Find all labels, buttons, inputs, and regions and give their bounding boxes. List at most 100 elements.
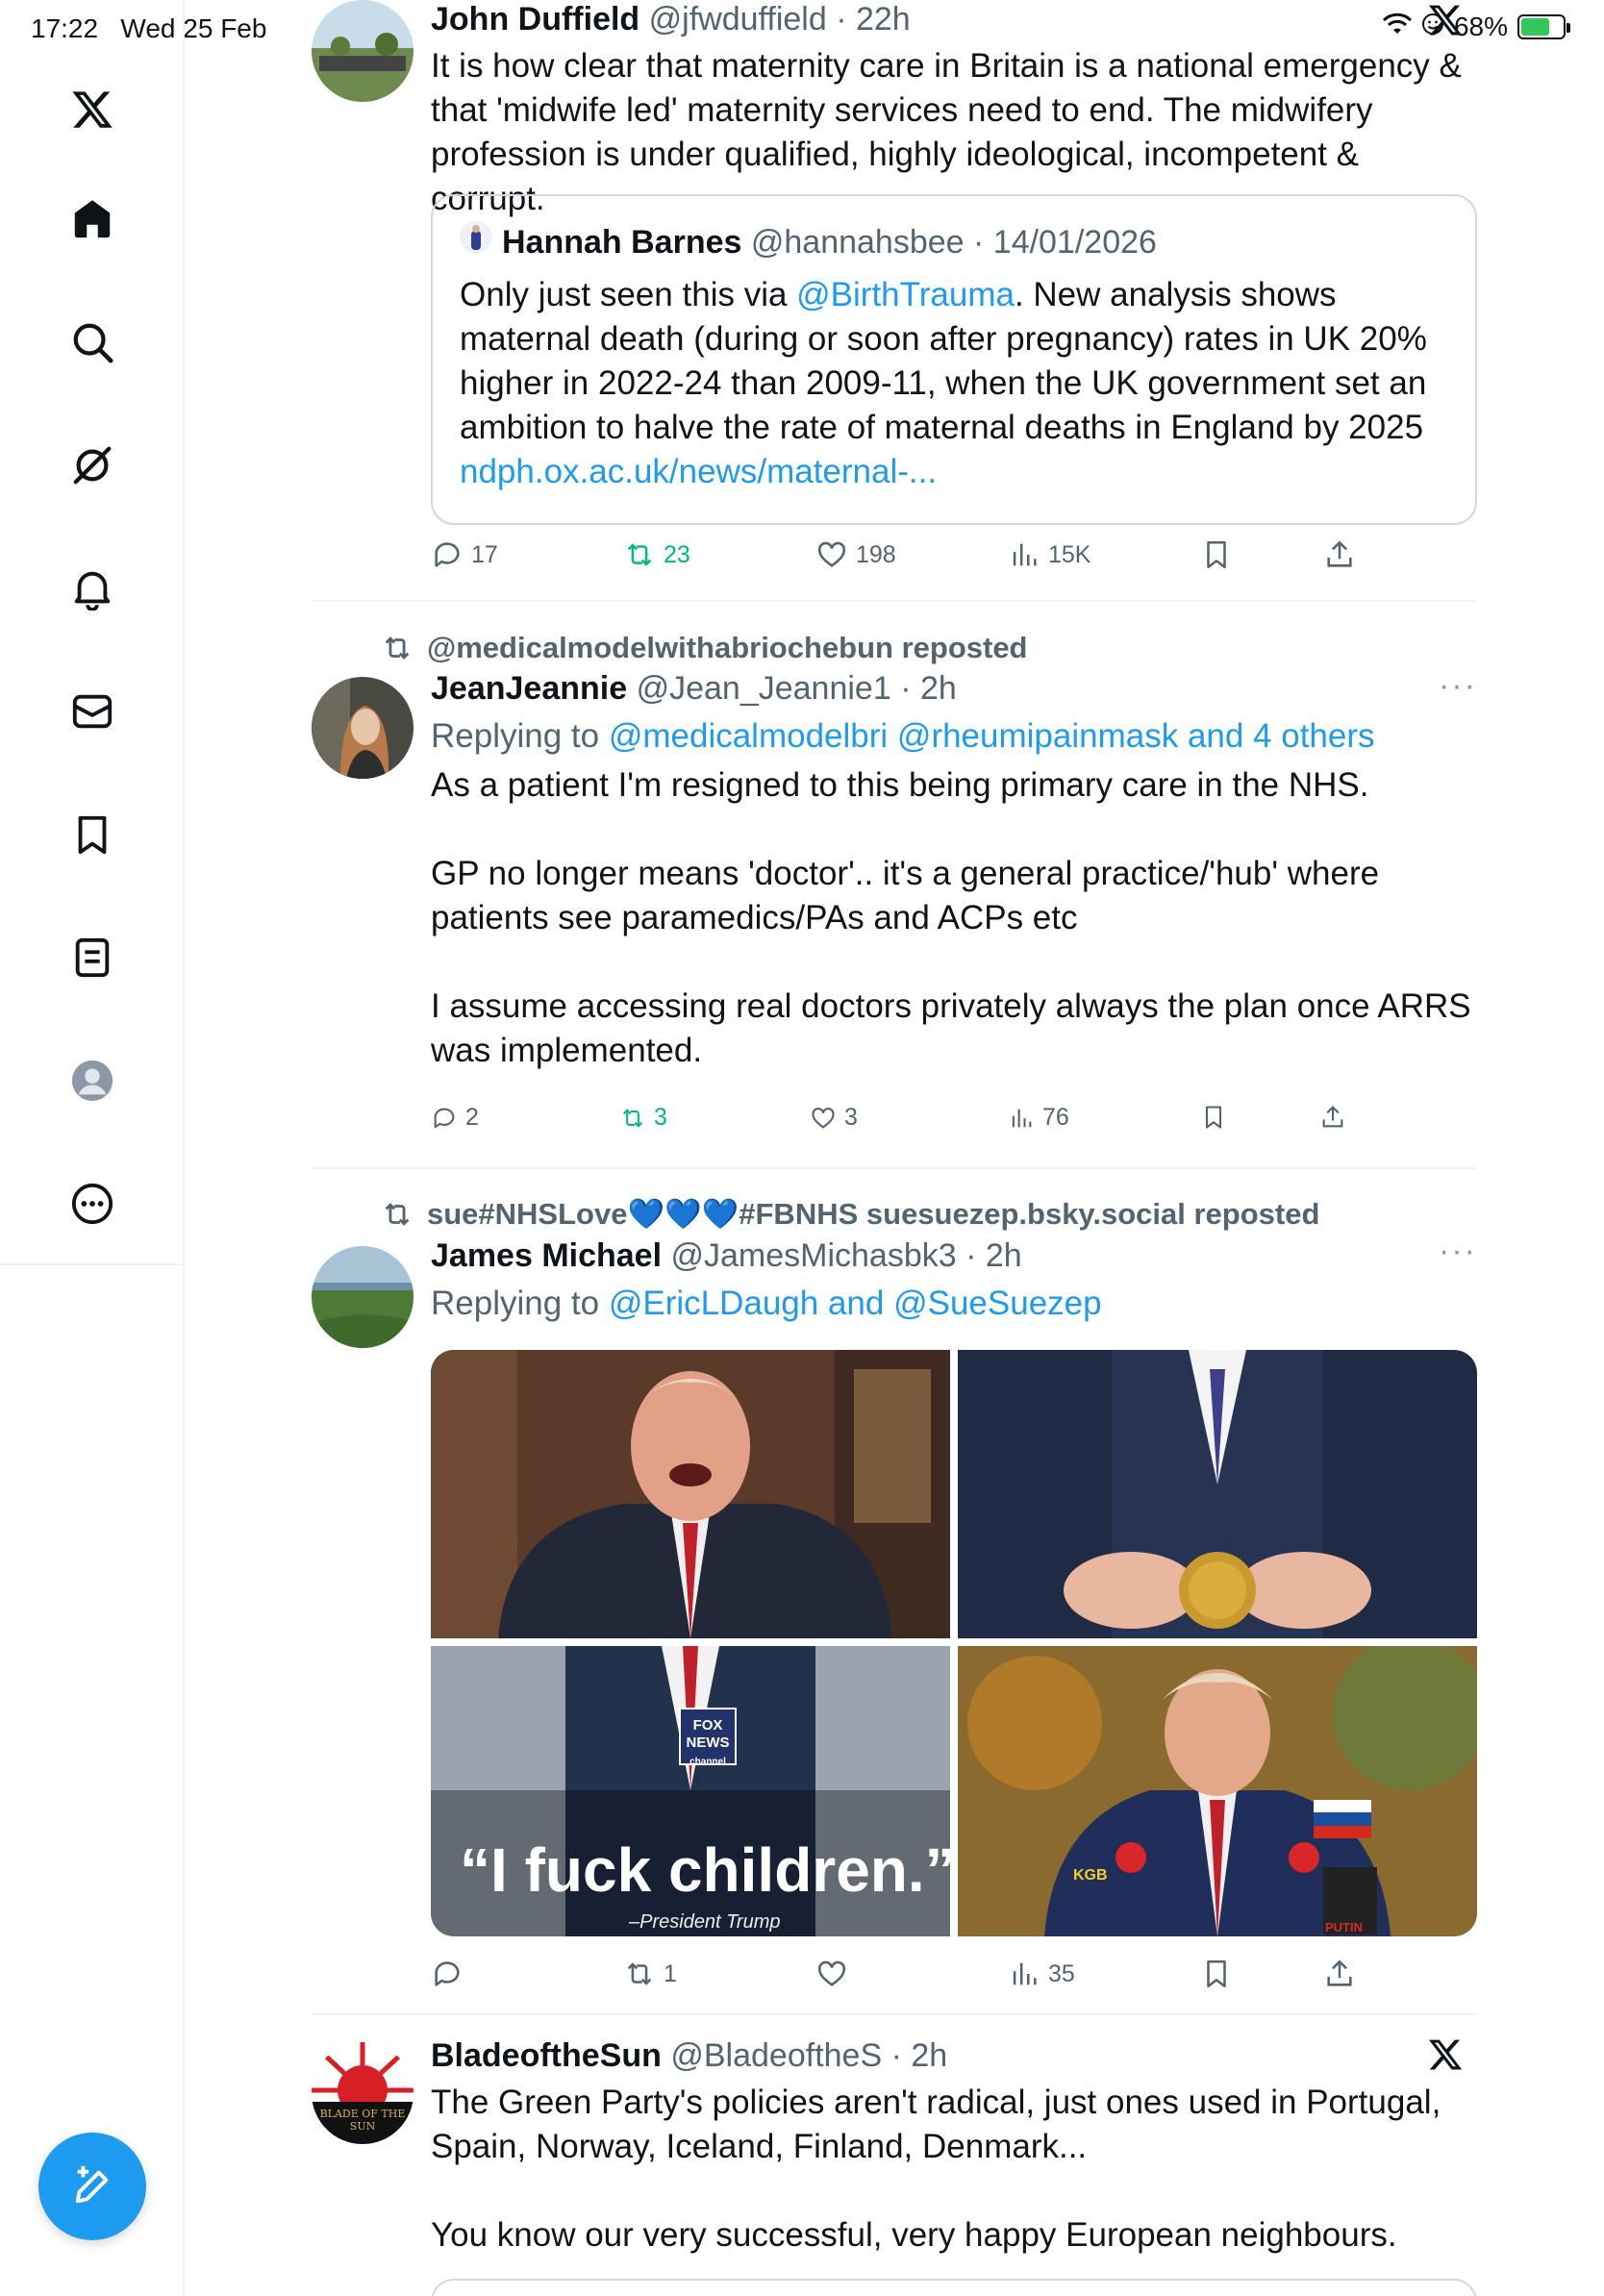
repost-icon <box>385 636 410 660</box>
fox-news-logo: FOX NEWS channel <box>679 1708 737 1767</box>
grok-icon[interactable] <box>63 437 121 494</box>
x-badge-icon <box>1427 2 1464 43</box>
reposted-by[interactable]: @medicalmodelwithabriochebun reposted <box>427 631 1028 665</box>
x-logo-icon[interactable] <box>63 81 121 138</box>
tweet-paragraph: The Green Party's policies aren't radica… <box>431 2084 1441 2165</box>
repost-icon <box>627 1962 652 1985</box>
media-image[interactable]: KGB PUTIN <box>958 1646 1477 1936</box>
battery-icon <box>1517 14 1570 39</box>
share-button[interactable] <box>1323 1958 1356 1990</box>
like-button[interactable]: 198 <box>815 538 896 571</box>
like-count: 3 <box>844 1104 858 1131</box>
repost-count: 23 <box>664 540 690 568</box>
tweet-header: BladeoftheSun @BladeoftheS · 2h <box>431 2037 948 2074</box>
media-grid[interactable]: FOX NEWS channel “I fuck children.” –Pres… <box>431 1350 1477 1936</box>
like-button[interactable]: 3 <box>810 1104 858 1132</box>
display-name[interactable]: John Duffield <box>431 1 639 37</box>
media-image[interactable] <box>431 1350 950 1638</box>
handle[interactable]: @JamesMichasbk3 <box>670 1237 956 1274</box>
tweet-header: John Duffield @jfwduffield · 22h <box>431 1 911 37</box>
repost-count: 3 <box>654 1104 667 1131</box>
like-button[interactable] <box>815 1958 856 1990</box>
reply-count: 17 <box>471 540 498 568</box>
handle[interactable]: @jfwduffield <box>649 1 827 37</box>
tweet-actions: 17 23 198 15K <box>431 538 1477 586</box>
views-button[interactable]: 15K <box>1008 538 1090 571</box>
mention-link[interactable]: @BirthTrauma <box>796 276 1015 313</box>
repost-button[interactable]: 23 <box>623 538 690 571</box>
compose-button[interactable] <box>38 2133 146 2240</box>
share-icon <box>1322 1106 1343 1128</box>
notifications-icon[interactable] <box>63 560 121 617</box>
repost-button[interactable]: 1 <box>623 1958 677 1990</box>
more-icon[interactable] <box>63 1175 121 1233</box>
tweet-separator <box>312 600 1477 602</box>
display-name[interactable]: James Michael <box>431 1237 662 1274</box>
quoted-text-pre: Only just seen this via <box>460 276 797 313</box>
avatar[interactable] <box>312 1246 414 1348</box>
reply-button[interactable]: 2 <box>431 1104 479 1132</box>
replying-to-link[interactable]: @medicalmodelbri @rheumipainmask and 4 o… <box>609 717 1375 755</box>
battery-fill <box>1521 18 1549 36</box>
timestamp[interactable]: 22h <box>856 1 911 37</box>
quoted-display-name[interactable]: Hannah Barnes <box>502 224 741 261</box>
search-icon[interactable] <box>63 313 121 371</box>
bookmark-button[interactable] <box>1200 538 1233 571</box>
share-button[interactable] <box>1323 538 1356 571</box>
share-icon <box>1327 540 1352 567</box>
view-count: 35 <box>1048 1959 1075 1987</box>
external-link[interactable]: ndph.ox.ac.uk/news/maternal-... <box>460 453 937 490</box>
views-icon <box>1012 1109 1032 1127</box>
link-card[interactable] <box>431 2279 1477 2296</box>
views-button[interactable]: 76 <box>1008 1104 1069 1132</box>
tweet-header: James Michael @JamesMichasbk3 · 2h <box>431 1237 1022 1274</box>
repost-count: 1 <box>664 1959 677 1987</box>
avatar[interactable] <box>312 0 414 102</box>
reply-icon <box>435 1961 460 1986</box>
quoted-tweet[interactable]: Hannah Barnes @hannahsbee · 14/01/2026 O… <box>431 194 1477 525</box>
replying-prefix: Replying to <box>431 1285 609 1322</box>
tweet-paragraph: You know our very successful, very happy… <box>431 2216 1397 2254</box>
tweet-separator <box>312 2013 1477 2015</box>
media-image[interactable]: FOX NEWS channel “I fuck children.” –Pres… <box>431 1646 950 1936</box>
reposted-by[interactable]: sue#NHSLove💙💙💙#FBNHS suesuezep.bsky.soci… <box>427 1196 1319 1232</box>
bookmark-icon <box>1207 1959 1226 1988</box>
share-button[interactable] <box>1319 1104 1346 1131</box>
compose-icon <box>75 2165 109 2204</box>
display-name[interactable]: BladeoftheSun <box>431 2037 662 2074</box>
timestamp[interactable]: 2h <box>920 670 957 707</box>
display-name[interactable]: JeanJeannie <box>431 670 627 707</box>
views-icon <box>1013 543 1037 566</box>
messages-icon[interactable] <box>63 683 121 740</box>
tweet-actions: 2 3 3 76 <box>431 1104 1477 1152</box>
lists-icon[interactable] <box>63 929 121 986</box>
views-button[interactable]: 35 <box>1008 1958 1075 1990</box>
bookmark-button[interactable] <box>1200 1104 1227 1131</box>
handle[interactable]: @Jean_Jeannie1 <box>637 670 891 707</box>
bookmarks-icon[interactable] <box>63 806 121 863</box>
tweet-text: The Green Party's policies aren't radica… <box>431 2081 1477 2258</box>
quoted-avatar[interactable] <box>460 221 492 262</box>
heart-icon <box>817 1960 846 1986</box>
repost-button[interactable]: 3 <box>619 1104 667 1132</box>
profile-icon[interactable] <box>63 1052 121 1110</box>
home-icon[interactable] <box>63 190 121 248</box>
replying-to-link[interactable]: @EricLDaugh and @SueSuezep <box>609 1285 1102 1322</box>
reply-icon <box>434 1108 455 1128</box>
media-image[interactable] <box>958 1350 1477 1638</box>
timestamp[interactable]: 2h <box>911 2037 947 2074</box>
media-patch-text: PUTIN <box>1325 1920 1363 1934</box>
repost-icon <box>627 543 652 566</box>
reply-button[interactable]: 17 <box>431 538 498 571</box>
media-caption-sub: –President Trump <box>629 1911 781 1933</box>
replying-to: Replying to @EricLDaugh and @SueSuezep <box>431 1283 1477 1325</box>
tweet-paragraph: GP no longer means 'doctor'.. it's a gen… <box>431 855 1380 936</box>
avatar[interactable] <box>312 677 414 779</box>
quoted-handle[interactable]: @hannahsbee <box>751 224 965 261</box>
bookmark-button[interactable] <box>1200 1958 1233 1990</box>
media-patch-text: KGB <box>1073 1867 1108 1884</box>
timestamp[interactable]: 2h <box>986 1237 1022 1274</box>
handle[interactable]: @BladeoftheS <box>670 2037 882 2074</box>
reply-button[interactable] <box>431 1958 471 1990</box>
avatar[interactable]: BLADE OF THE SUN <box>312 2042 414 2144</box>
